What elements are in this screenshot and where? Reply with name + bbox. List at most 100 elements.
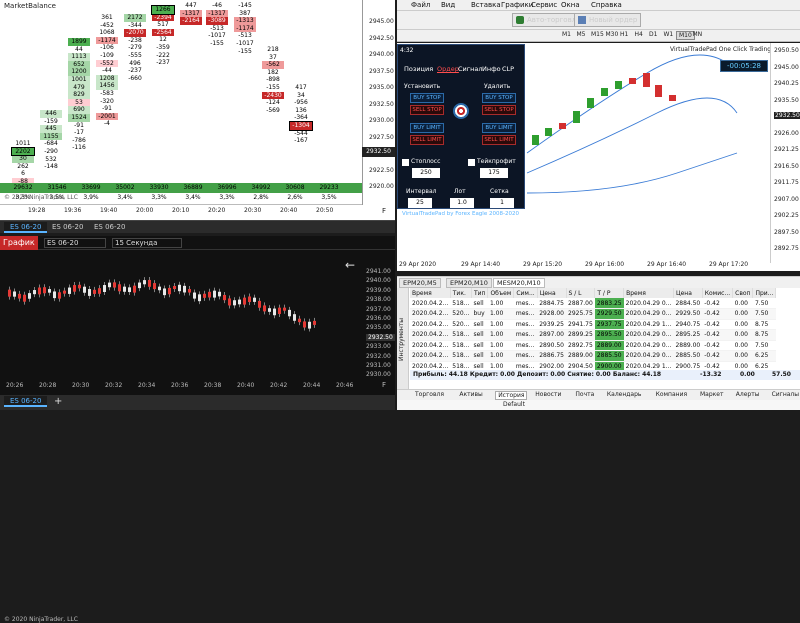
buy-limit-button[interactable]: BUY LIMIT — [410, 123, 444, 133]
volume-column: 1899 44 1113 652 1200 1001 479 829 53 690 1524 -91-… — [68, 38, 90, 152]
table-cell: 2939.25 — [537, 319, 566, 330]
tab-info[interactable]: Инфо — [482, 65, 501, 73]
timeframe-d1[interactable]: D1 — [647, 31, 659, 38]
back-arrow-icon[interactable]: ← — [345, 258, 355, 272]
tp-input[interactable]: 175 — [480, 168, 508, 178]
menu-item[interactable]: Вид — [441, 1, 455, 9]
timeframe-h1[interactable]: H1 — [618, 31, 630, 38]
chart-tabs-bottom: ES 06-20 + — [0, 395, 395, 410]
table-row[interactable]: 2020.04.2... 520... buy 1.00 mes... 2928.00 29… — [410, 308, 776, 320]
menu-item[interactable]: Файл — [411, 1, 430, 9]
add-tab-icon[interactable]: + — [48, 396, 68, 407]
column-header[interactable]: При... — [752, 288, 777, 298]
delete-buy-stop-button[interactable]: BUY STOP — [482, 93, 516, 103]
target-icon[interactable] — [453, 103, 469, 119]
axis-toggle-button[interactable]: F — [382, 207, 386, 215]
menu-item[interactable]: Справка — [591, 1, 622, 9]
toolbar: Авто-торговля Новый ордер — [397, 11, 800, 30]
timeframe-m1[interactable]: M1 — [560, 31, 573, 38]
volume-cell: 218 — [267, 46, 279, 53]
terminal-tab[interactable]: Календарь — [607, 391, 642, 398]
grid-input[interactable]: 1 — [490, 198, 514, 208]
volume-cell: 6 — [21, 170, 25, 178]
terminal-tab[interactable]: Маркет — [700, 391, 723, 398]
sell-limit-button[interactable]: SELL LIMIT — [410, 135, 444, 145]
tab-order[interactable]: Ордер — [437, 65, 459, 73]
chart-tab[interactable]: MESM20,M10 — [493, 278, 545, 288]
menu-item[interactable]: Окна — [561, 1, 580, 9]
column-header[interactable]: Комис... — [702, 288, 734, 298]
terminal-tab[interactable]: Сигналы — [772, 391, 799, 398]
tab-es-bottom[interactable]: ES 06-20 — [4, 396, 48, 407]
volume-cell: -46 — [212, 2, 222, 9]
volume-cell: -2001 — [96, 112, 118, 121]
menu-item[interactable]: Графики — [501, 1, 533, 9]
axis-toggle-button-2[interactable]: F — [382, 381, 386, 389]
column-header[interactable]: Цена — [537, 288, 567, 298]
column-header[interactable]: Время — [623, 288, 674, 298]
column-header[interactable]: T / P — [594, 288, 625, 298]
tab-clp[interactable]: CLP — [502, 65, 514, 73]
new-order-button[interactable]: Новый ордер — [574, 13, 642, 27]
time-label: 20:44 — [303, 382, 321, 389]
tab-es-3[interactable]: ES 06-20 — [88, 222, 131, 233]
table-row[interactable]: 2020.04.2... 518... sell 1.00 mes... 2897.00 2… — [410, 329, 776, 341]
interval-input[interactable]: 25 — [408, 198, 432, 208]
timeframe-mn[interactable]: MN — [691, 31, 705, 38]
terminal-tab[interactable]: Активы — [459, 391, 482, 398]
period-select[interactable]: 15 Секунда — [112, 238, 182, 248]
column-header[interactable]: Тик. — [450, 288, 472, 298]
table-row[interactable]: 2020.04.2... 518... sell 1.00 mes... 2886.75 2… — [410, 350, 776, 362]
buy-stop-button[interactable]: BUY STOP — [410, 93, 444, 103]
sl-checkbox[interactable] — [402, 159, 409, 166]
volume-cell: 445 — [40, 125, 62, 133]
tab-es-2[interactable]: ES 06-20 — [46, 222, 89, 233]
delete-buy-limit-button[interactable]: BUY LIMIT — [482, 123, 516, 133]
timeframe-h4[interactable]: H4 — [633, 31, 645, 38]
column-header[interactable]: Тип — [471, 288, 489, 298]
volume-cell: -238 — [128, 36, 142, 44]
tab-position[interactable]: Позиция — [404, 65, 433, 73]
column-header[interactable]: Своп — [732, 288, 754, 298]
terminal-tab[interactable]: Торговля — [415, 391, 444, 398]
chart-label[interactable]: График — [0, 236, 38, 250]
candle — [138, 282, 141, 289]
total-value: 33930 — [149, 184, 169, 191]
terminal-tab[interactable]: История — [495, 391, 528, 400]
table-row[interactable]: 2020.04.2... 518... sell 1.00 mes... 2890.50 2… — [410, 340, 776, 351]
menu-item[interactable]: Сервис — [531, 1, 557, 9]
column-header[interactable]: S / L — [566, 288, 596, 298]
table-row[interactable]: 2020.04.2... 518... sell 1.00 mes... 2884.75 2… — [410, 298, 776, 309]
copyright-2: © 2020 NinjaTrader, LLC — [4, 616, 78, 623]
terminal-tab[interactable]: Алерты — [736, 391, 760, 398]
tab-signal[interactable]: Сигнал — [458, 65, 483, 73]
column-header[interactable]: Цена — [673, 288, 703, 298]
tp-checkbox[interactable] — [468, 159, 475, 166]
column-header[interactable]: Объем — [487, 288, 515, 298]
sell-stop-button[interactable]: SELL STOP — [410, 105, 444, 115]
total-value: 31546 — [47, 184, 67, 191]
current-price: 2932.50 — [362, 147, 395, 157]
lot-input[interactable]: 1.0 — [450, 198, 474, 208]
delete-sell-limit-button[interactable]: SELL LIMIT — [482, 135, 516, 145]
timeframe-m5[interactable]: M5 — [575, 31, 588, 38]
candle — [188, 289, 191, 293]
chart-tab[interactable]: EPM20,M5 — [399, 278, 441, 288]
table-cell: -0.42 — [702, 319, 733, 330]
tab-es-1[interactable]: ES 06-20 — [4, 222, 48, 233]
sl-input[interactable]: 250 — [412, 168, 440, 178]
column-header[interactable]: Сим... — [513, 288, 538, 298]
terminal-tab[interactable]: Почта — [575, 391, 594, 398]
menu-item[interactable]: Вставка — [471, 1, 501, 9]
candle — [643, 73, 650, 87]
table-row[interactable]: 2020.04.2... 520... sell 1.00 mes... 2939.25 2… — [410, 319, 776, 330]
terminal-tab[interactable]: Компания — [656, 391, 688, 398]
delete-sell-stop-button[interactable]: SELL STOP — [482, 105, 516, 115]
column-header[interactable]: Время — [410, 288, 451, 298]
timeframe-w1[interactable]: W1 — [662, 31, 676, 38]
time-label: 20:32 — [105, 382, 123, 389]
terminal-tab[interactable]: Новости — [535, 391, 561, 398]
chart-tab[interactable]: EPM20,M10 — [446, 278, 492, 288]
instrument-select[interactable]: ES 06-20 — [44, 238, 106, 248]
volume-cell: -1313 — [234, 17, 256, 25]
